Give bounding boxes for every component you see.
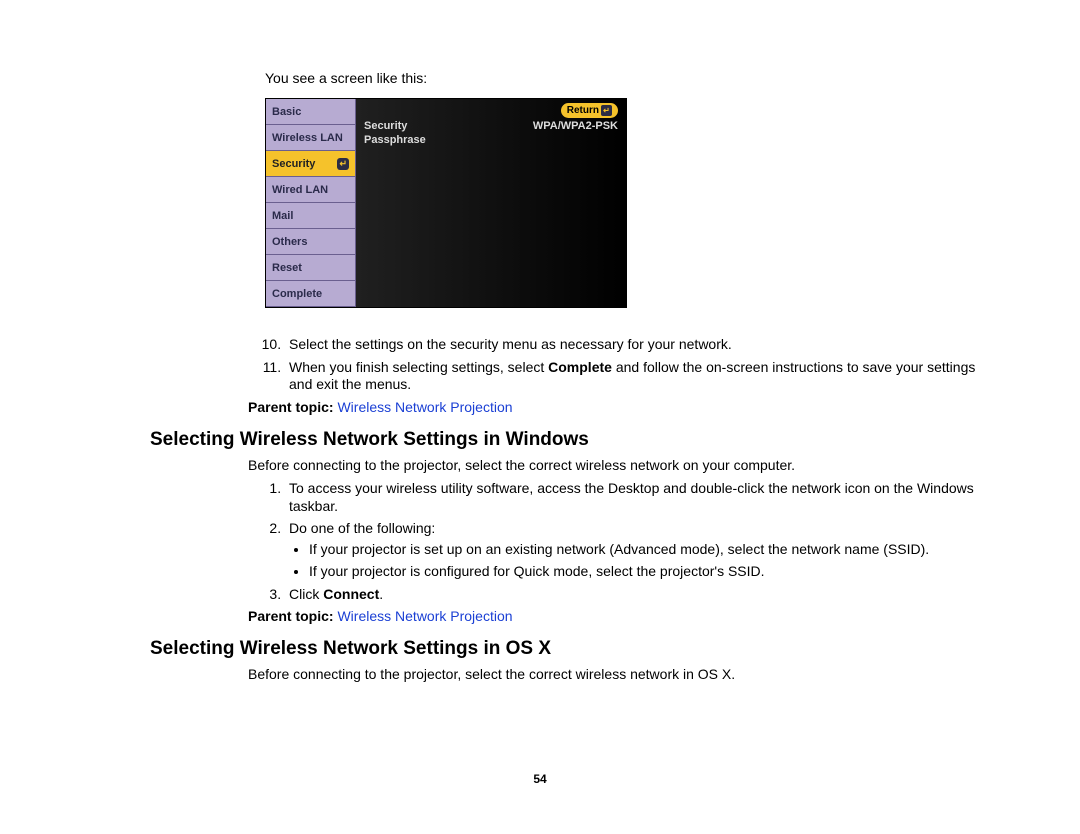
- intro-text: You see a screen like this:: [265, 70, 980, 86]
- step-text: .: [379, 586, 383, 602]
- menu-tab-complete: Complete: [266, 281, 356, 307]
- menu-tab-security: Security ↵: [266, 151, 356, 177]
- menu-tab-reset: Reset: [266, 255, 356, 281]
- parent-topic-2: Parent topic: Wireless Network Projectio…: [248, 608, 980, 624]
- step-text: Select the settings on the security menu…: [289, 336, 732, 352]
- menu-tab-security-label: Security: [272, 158, 315, 170]
- menu-tab-basic: Basic: [266, 99, 356, 125]
- step-11: When you finish selecting settings, sele…: [285, 359, 980, 394]
- enter-icon: ↵: [339, 158, 347, 169]
- heading-windows: Selecting Wireless Network Settings in W…: [150, 429, 980, 451]
- document-page: You see a screen like this: Basic Wirele…: [0, 0, 1080, 684]
- panel-row-security: Security WPA/WPA2-PSK: [362, 119, 620, 133]
- panel-row-passphrase: Passphrase: [362, 133, 620, 147]
- step-bold: Complete: [548, 359, 612, 375]
- windows-step-2: Do one of the following: If your project…: [285, 520, 980, 581]
- steps-continued: Select the settings on the security menu…: [150, 336, 980, 394]
- parent-topic: Parent topic: Wireless Network Projectio…: [248, 399, 980, 415]
- bullet-quick: If your projector is configured for Quic…: [309, 563, 980, 581]
- page-number: 54: [0, 772, 1080, 786]
- menu-tab-list: Basic Wireless LAN Security ↵ Wired LAN …: [266, 99, 356, 307]
- return-button: Return ↵: [561, 103, 618, 118]
- bullet-advanced: If your projector is set up on an existi…: [309, 541, 980, 559]
- menu-panel: Return ↵ Security WPA/WPA2-PSK Passphras…: [356, 99, 626, 307]
- menu-tab-others: Others: [266, 229, 356, 255]
- menu-tab-mail: Mail: [266, 203, 356, 229]
- menu-tab-wireless-lan: Wireless LAN: [266, 125, 356, 151]
- return-label: Return: [567, 105, 599, 116]
- panel-row-label: Security: [364, 120, 407, 132]
- parent-topic-link[interactable]: Wireless Network Projection: [337, 399, 512, 415]
- panel-row-label: Passphrase: [364, 134, 426, 146]
- parent-topic-label: Parent topic:: [248, 608, 334, 624]
- step-10: Select the settings on the security menu…: [285, 336, 980, 354]
- heading-osx: Selecting Wireless Network Settings in O…: [150, 638, 980, 660]
- parent-topic-link-2[interactable]: Wireless Network Projection: [337, 608, 512, 624]
- projector-menu-screenshot: Basic Wireless LAN Security ↵ Wired LAN …: [265, 98, 627, 308]
- step-text: When you finish selecting settings, sele…: [289, 359, 548, 375]
- step-text: To access your wireless utility software…: [289, 480, 974, 514]
- windows-step-2-bullets: If your projector is set up on an existi…: [289, 541, 980, 581]
- osx-intro: Before connecting to the projector, sele…: [248, 666, 980, 684]
- windows-step-1: To access your wireless utility software…: [285, 480, 980, 515]
- windows-step-3: Click Connect.: [285, 586, 980, 604]
- return-icon: ↵: [601, 105, 612, 116]
- step-text: Click: [289, 586, 323, 602]
- menu-tab-wired-lan: Wired LAN: [266, 177, 356, 203]
- step-bold: Connect: [323, 586, 379, 602]
- windows-steps: To access your wireless utility software…: [150, 480, 980, 603]
- panel-row-value: WPA/WPA2-PSK: [533, 120, 618, 132]
- step-text: Do one of the following:: [289, 520, 435, 536]
- panel-rows: Security WPA/WPA2-PSK Passphrase: [362, 119, 620, 147]
- windows-intro: Before connecting to the projector, sele…: [248, 457, 980, 475]
- parent-topic-label: Parent topic:: [248, 399, 334, 415]
